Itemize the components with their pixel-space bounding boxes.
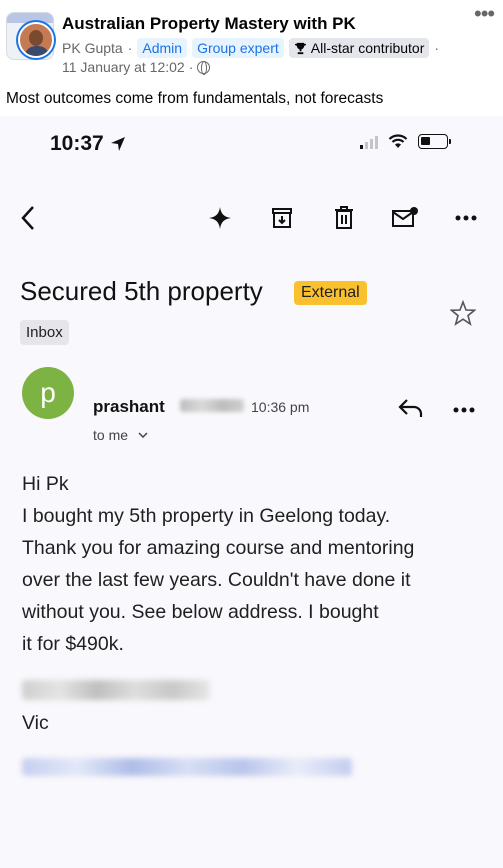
reply-icon[interactable] [398, 398, 424, 423]
external-badge: External [294, 281, 367, 305]
inbox-label-chip[interactable]: Inbox [20, 320, 69, 345]
more-options-icon[interactable] [448, 198, 484, 238]
recipient-details-toggle[interactable]: to me [93, 427, 148, 443]
post-meta-row: PK Gupta · Admin Group expert All-star c… [62, 38, 439, 58]
redacted-address-line [22, 680, 210, 700]
post-date-link[interactable]: 11 January at 12:02 [62, 59, 185, 75]
email-body-line: it for $490k. [22, 633, 124, 655]
address-state: Vic [22, 712, 49, 734]
delete-icon[interactable] [326, 198, 362, 238]
wifi-icon [388, 134, 408, 148]
redacted-sender-surname [180, 399, 244, 412]
all-star-contributor-label: All-star contributor [310, 40, 425, 56]
group-name-link[interactable]: Australian Property Mastery with PK [62, 14, 356, 34]
recipient-label: to me [93, 427, 129, 443]
all-star-contributor-badge[interactable]: All-star contributor [288, 38, 430, 58]
email-toolbar [0, 198, 503, 238]
post-more-options-icon[interactable]: ••• [474, 3, 495, 25]
email-body: Hi Pk I bought my 5th property in Geelon… [22, 468, 492, 660]
meta-separator: · [188, 59, 194, 75]
post-caption: Most outcomes come from fundamentals, no… [6, 90, 384, 107]
chevron-down-icon [138, 432, 148, 438]
post-header: Australian Property Mastery with PK ••• … [0, 0, 503, 84]
email-body-line: without you. See below address. I bought [22, 601, 379, 623]
author-avatar[interactable] [18, 22, 54, 58]
group-expert-badge[interactable]: Group expert [192, 38, 284, 58]
star-icon[interactable] [449, 299, 477, 331]
redacted-link [22, 758, 352, 776]
meta-separator: · [434, 40, 440, 56]
battery-icon [418, 134, 451, 149]
back-arrow-icon[interactable] [10, 198, 46, 238]
email-body-line: Hi Pk [22, 473, 69, 495]
archive-icon[interactable] [264, 198, 300, 238]
public-audience-icon[interactable] [197, 60, 211, 75]
admin-badge[interactable]: Admin [137, 38, 188, 58]
mark-unread-icon[interactable] [387, 198, 423, 238]
post-date-row: 11 January at 12:02 · [62, 59, 211, 75]
email-body-line: Thank you for amazing course and mentori… [22, 537, 415, 559]
status-bar-time: 10:37 [50, 132, 126, 156]
status-bar-indicators [360, 134, 451, 149]
status-time-text: 10:37 [50, 132, 104, 155]
trophy-icon [294, 42, 306, 54]
email-body-line: over the last few years. Couldn't have d… [22, 569, 411, 591]
sent-time: 10:36 pm [251, 399, 310, 415]
cellular-signal-icon [360, 135, 378, 149]
meta-separator: · [127, 40, 133, 56]
location-arrow-icon [110, 137, 125, 151]
email-screenshot: 10:37 Secured 5th property External Inbo… [0, 116, 503, 868]
email-body-line: I bought my 5th property in Geelong toda… [22, 505, 391, 527]
message-more-icon[interactable] [453, 400, 475, 418]
sender-avatar[interactable]: p [22, 367, 74, 419]
author-name-link[interactable]: PK Gupta [62, 40, 123, 56]
gemini-sparkle-icon[interactable] [202, 198, 238, 238]
sender-name[interactable]: prashant [93, 397, 165, 417]
email-subject: Secured 5th property [20, 276, 263, 306]
